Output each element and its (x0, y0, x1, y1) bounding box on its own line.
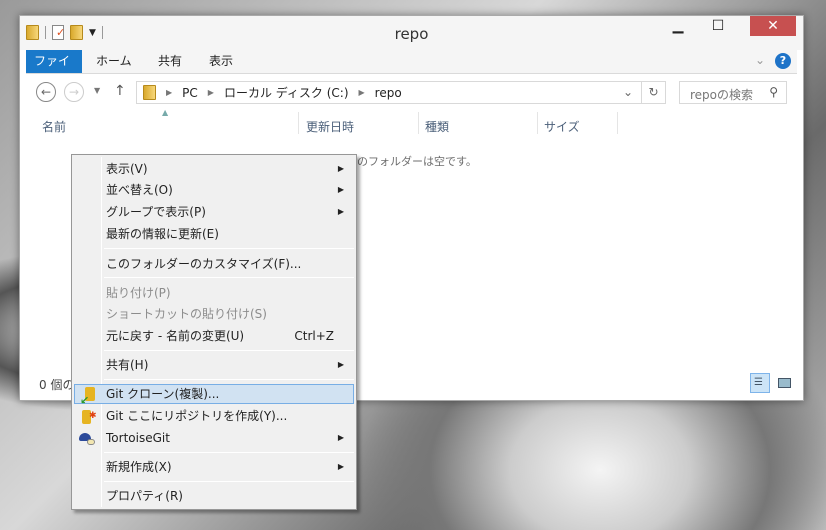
submenu-arrow-icon: ▶ (337, 360, 344, 369)
expand-ribbon-icon[interactable]: ⌄ (755, 53, 765, 67)
refresh-icon[interactable]: ↻ (641, 81, 665, 104)
address-bar[interactable]: ▶ PC ▶ ローカル ディスク (C:) ▶ repo ⌄ ↻ (136, 81, 666, 104)
sort-ascending-icon: ▲ (162, 108, 169, 117)
navigation-bar: ← → ▼ ↑ ▶ PC ▶ ローカル ディスク (C:) ▶ repo ⌄ ↻ re… (26, 76, 797, 110)
back-button[interactable]: ← (36, 82, 56, 102)
tortoisegit-icon (79, 430, 95, 446)
menu-item-tortoisegit[interactable]: TortoiseGit ▶ (74, 428, 354, 448)
column-name[interactable]: 名前 (42, 118, 66, 135)
tab-file[interactable]: ファイル (26, 50, 82, 91)
submenu-arrow-icon: ▶ (337, 462, 344, 471)
minimize-button[interactable]: ▁ (663, 16, 693, 36)
forward-button[interactable]: → (64, 82, 84, 102)
details-view-button[interactable]: ☰ (750, 373, 770, 393)
folder-icon (143, 85, 156, 100)
context-menu: 表示(V) ▶ 並べ替え(O) ▶ グループで表示(P) ▶ 最新の情報に更新(E) … (71, 154, 357, 510)
breadcrumb-repo[interactable]: repo (375, 86, 402, 100)
search-input[interactable]: repoの検索 ⚲ (679, 81, 787, 104)
help-button[interactable]: ? (775, 53, 791, 69)
maximize-button[interactable]: ☐ (703, 16, 733, 36)
menu-item-group-by[interactable]: グループで表示(P) ▶ (74, 202, 354, 222)
ribbon: ファイル ホーム 共有 表示 ⌄ ? (26, 50, 797, 91)
menu-item-git-create-repo[interactable]: ✱ Git ここにリポジトリを作成(Y)... (74, 406, 354, 426)
column-size[interactable]: サイズ (544, 118, 580, 135)
menu-item-refresh[interactable]: 最新の情報に更新(E) (74, 224, 354, 244)
address-dropdown-icon[interactable]: ⌄ (623, 85, 633, 99)
empty-folder-message: このフォルダーは空です。 (346, 155, 477, 168)
tab-share[interactable]: 共有 (150, 50, 190, 73)
breadcrumb-pc[interactable]: PC (182, 86, 198, 100)
up-button[interactable]: ↑ (114, 83, 126, 99)
column-type[interactable]: 種類 (425, 118, 449, 135)
title-bar: ▼ repo ▁ ☐ ✕ (20, 16, 803, 50)
menu-item-new[interactable]: 新規作成(X) ▶ (74, 457, 354, 477)
submenu-arrow-icon: ▶ (337, 207, 344, 216)
menu-item-view[interactable]: 表示(V) ▶ (74, 159, 354, 179)
menu-item-paste-shortcut[interactable]: ショートカットの貼り付け(S) (74, 304, 354, 324)
tab-home[interactable]: ホーム (88, 50, 140, 73)
menu-item-paste[interactable]: 貼り付け(P) (74, 283, 354, 303)
menu-item-share[interactable]: 共有(H) ▶ (74, 355, 354, 375)
column-date-modified[interactable]: 更新日時 (306, 118, 354, 135)
search-placeholder: repoの検索 (690, 88, 754, 102)
menu-item-properties[interactable]: プロパティ(R) (74, 486, 354, 506)
recent-locations-icon[interactable]: ▼ (94, 86, 100, 95)
shortcut-label: Ctrl+Z (294, 329, 334, 343)
menu-item-customize-folder[interactable]: このフォルダーのカスタマイズ(F)... (74, 254, 354, 274)
menu-item-sort[interactable]: 並べ替え(O) ▶ (74, 180, 354, 200)
menu-item-undo-rename[interactable]: 元に戻す - 名前の変更(U) Ctrl+Z (74, 326, 354, 346)
column-headers: ▲ 名前 更新日時 種類 サイズ (26, 108, 797, 138)
tab-view[interactable]: 表示 (201, 50, 241, 73)
git-clone-icon: ↙ (80, 387, 96, 407)
menu-item-git-clone[interactable]: ↙ Git クローン(複製)... (74, 384, 354, 407)
git-create-repo-icon: ✱ (79, 408, 97, 424)
submenu-arrow-icon: ▶ (337, 433, 344, 442)
breadcrumb-local-disk[interactable]: ローカル ディスク (C:) (224, 84, 349, 101)
large-icons-view-button[interactable] (774, 373, 794, 393)
submenu-arrow-icon: ▶ (337, 185, 344, 194)
close-button[interactable]: ✕ (750, 16, 796, 36)
submenu-arrow-icon: ▶ (337, 164, 344, 173)
search-icon: ⚲ (769, 85, 778, 99)
